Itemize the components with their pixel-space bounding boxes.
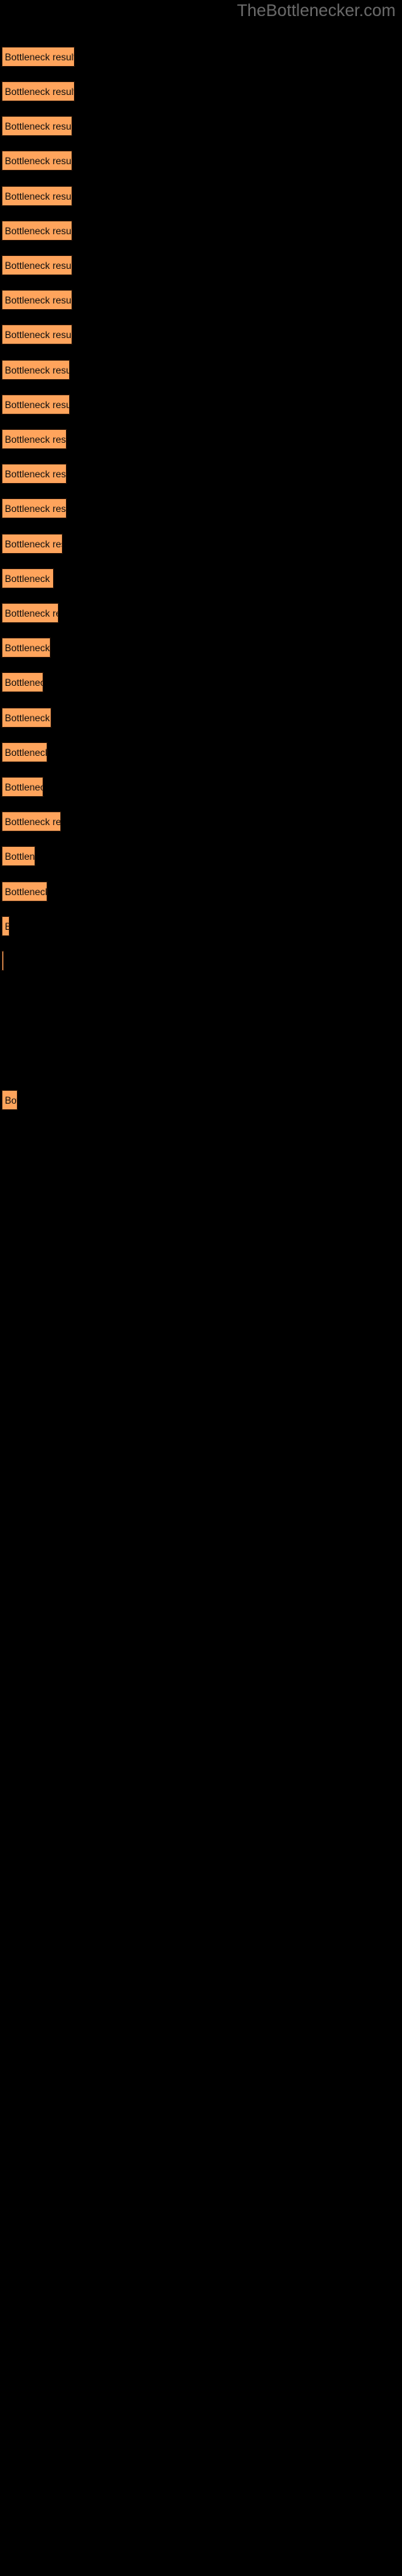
bar-label: Bottleneck result [5, 539, 62, 550]
bar-8: Bottleneck result [2, 290, 72, 310]
bar-label: Bottleneck result [5, 191, 72, 202]
bar-label: Bottleneck result [5, 260, 72, 271]
chart-plot-area: Bottleneck result Bottleneck result Bottle… [0, 0, 402, 2576]
bar-13: Bottleneck result [2, 464, 67, 484]
bar-label: Bottleneck result [5, 677, 43, 688]
bar-label: Bottleneck result [5, 608, 58, 619]
bar-1: Bottleneck result [2, 47, 75, 67]
bar-16: Bottleneck result [2, 568, 54, 588]
bar-18: Bottleneck result [2, 638, 51, 658]
bar-label: Bottleneck result [5, 886, 47, 898]
bar-label: Bottleneck result [5, 365, 70, 376]
bar-label: Bottleneck result [5, 1095, 17, 1106]
bar-label: Bottleneck result [5, 782, 43, 793]
bar-label: Bottleneck result [5, 816, 61, 828]
bar-22: Bottleneck result [2, 777, 43, 797]
bar-6: Bottleneck result [2, 221, 72, 241]
bar-10: Bottleneck result [2, 360, 70, 380]
bar-label: Bottleneck result [5, 121, 72, 132]
bar-14: Bottleneck result [2, 498, 67, 518]
bar-label: Bottleneck result [5, 469, 67, 480]
bar-27: Bottleneck result [2, 951, 4, 971]
bar-2: Bottleneck result [2, 81, 75, 101]
bar-12: Bottleneck result [2, 429, 67, 449]
bar-label: Bottleneck result [5, 434, 67, 445]
bar-9: Bottleneck result [2, 324, 72, 345]
bar-label: Bottleneck result [5, 399, 70, 411]
bottleneck-bar-chart: TheBottlenecker.com Bottleneck result Bot… [0, 0, 402, 2576]
bar-label: Bottleneck result [5, 917, 9, 935]
bar-17: Bottleneck result [2, 603, 59, 623]
bar-label: Bottleneck result [5, 642, 51, 654]
bar-label: Bottleneck result [5, 503, 67, 514]
bar-label: Bottleneck result [5, 155, 72, 167]
bar-label: Bottleneck result [5, 712, 51, 724]
bar-19: Bottleneck result [2, 672, 43, 692]
bar-4: Bottleneck result [2, 151, 72, 171]
bar-label: Bottleneck result [5, 329, 72, 341]
bar-26: Bottleneck result [2, 916, 10, 936]
bar-20: Bottleneck result [2, 708, 51, 728]
bar-15: Bottleneck result [2, 534, 63, 554]
bar-7: Bottleneck result [2, 255, 72, 275]
bar-28: Bottleneck result [2, 1090, 18, 1110]
bar-3: Bottleneck result [2, 116, 72, 136]
bar-label: Bottleneck result [5, 747, 47, 758]
bar-label: Bottleneck result [5, 225, 72, 237]
bar-label: Bottleneck result [5, 851, 35, 862]
bar-label: Bottleneck result [5, 295, 72, 306]
bar-25: Bottleneck result [2, 881, 47, 902]
bar-11: Bottleneck result [2, 394, 70, 415]
bar-24: Bottleneck result [2, 846, 35, 866]
bar-5: Bottleneck result [2, 186, 72, 206]
bar-label: Bottleneck result [5, 573, 53, 584]
bar-23: Bottleneck result [2, 811, 61, 832]
bar-label: Bottleneck result [5, 52, 75, 63]
bar-21: Bottleneck result [2, 742, 47, 762]
bar-label: Bottleneck result [5, 86, 75, 97]
